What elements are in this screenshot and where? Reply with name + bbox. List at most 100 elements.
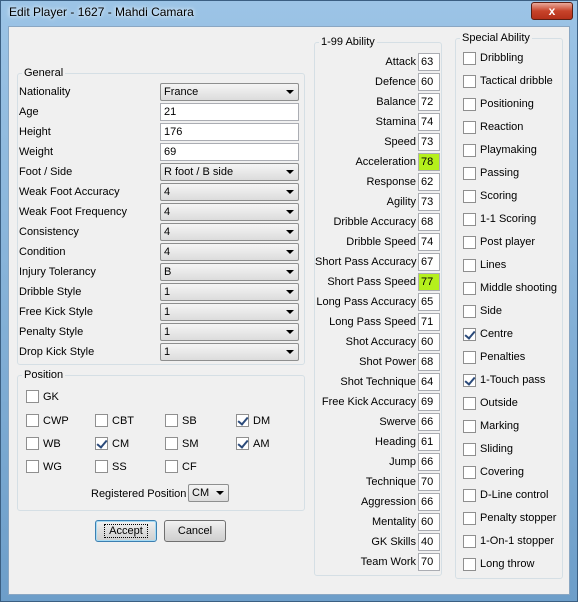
special-covering-checkbox[interactable] <box>463 466 476 479</box>
special-marking-checkbox[interactable] <box>463 420 476 433</box>
close-button[interactable]: x <box>531 2 573 20</box>
drop-kick-style-value: 1 <box>164 346 171 358</box>
position-cm-checkbox[interactable] <box>95 437 108 450</box>
special-playmaking-checkbox[interactable] <box>463 144 476 157</box>
response-value[interactable]: 62 <box>418 173 440 191</box>
accept-button[interactable]: Accept <box>95 520 157 542</box>
position-sm-checkbox[interactable] <box>165 437 178 450</box>
position-sb-checkbox[interactable] <box>165 414 178 427</box>
special-positioning-checkbox[interactable] <box>463 98 476 111</box>
injury-tolerancy-select[interactable]: B <box>160 263 299 281</box>
long-pass-speed-value[interactable]: 71 <box>418 313 440 331</box>
special-lines-checkbox[interactable] <box>463 259 476 272</box>
injury-tolerancy-label: Injury Tolerancy <box>19 266 96 278</box>
balance-label: Balance <box>376 96 416 108</box>
technique-value[interactable]: 70 <box>418 473 440 491</box>
position-wb-checkbox[interactable] <box>26 437 39 450</box>
short-pass-speed-value[interactable]: 77 <box>418 273 440 291</box>
mentality-value[interactable]: 60 <box>418 513 440 531</box>
swerve-value[interactable]: 66 <box>418 413 440 431</box>
acceleration-value[interactable]: 78 <box>418 153 440 171</box>
agility-label: Agility <box>386 196 416 208</box>
special-d-line-control-checkbox[interactable] <box>463 489 476 502</box>
position-wg-checkbox[interactable] <box>26 460 39 473</box>
age-label: Age <box>19 106 39 118</box>
response-label: Response <box>366 176 416 188</box>
balance-value[interactable]: 72 <box>418 93 440 111</box>
dribble-accuracy-value[interactable]: 68 <box>418 213 440 231</box>
free-kick-style-select[interactable]: 1 <box>160 303 299 321</box>
drop-kick-style-select[interactable]: 1 <box>160 343 299 361</box>
dribble-style-select[interactable]: 1 <box>160 283 299 301</box>
penalty-style-select[interactable]: 1 <box>160 323 299 341</box>
position-gk-checkbox[interactable] <box>26 390 39 403</box>
special-tactical-dribble-checkbox[interactable] <box>463 75 476 88</box>
age-field[interactable]: 21 <box>160 103 299 121</box>
special-dribbling-checkbox[interactable] <box>463 52 476 65</box>
short-pass-accuracy-value[interactable]: 67 <box>418 253 440 271</box>
stamina-value[interactable]: 74 <box>418 113 440 131</box>
long-pass-accuracy-value[interactable]: 65 <box>418 293 440 311</box>
dribble-speed-value[interactable]: 74 <box>418 233 440 251</box>
heading-value[interactable]: 61 <box>418 433 440 451</box>
defence-value[interactable]: 60 <box>418 73 440 91</box>
stamina-label: Stamina <box>375 116 416 128</box>
special-1-touch-pass-checkbox[interactable] <box>463 374 476 387</box>
special-scoring-checkbox[interactable] <box>463 190 476 203</box>
special-centre-checkbox[interactable] <box>463 328 476 341</box>
speed-value[interactable]: 73 <box>418 133 440 151</box>
position-sm-label: SM <box>182 438 199 450</box>
gk-skills-value[interactable]: 40 <box>418 533 440 551</box>
special-passing-checkbox[interactable] <box>463 167 476 180</box>
agility-value[interactable]: 73 <box>418 193 440 211</box>
aggression-value[interactable]: 66 <box>418 493 440 511</box>
height-field[interactable]: 176 <box>160 123 299 141</box>
penalty-style-value: 1 <box>164 326 171 338</box>
special-1-on-1-stopper-checkbox[interactable] <box>463 535 476 548</box>
weak-foot-frequency-select[interactable]: 4 <box>160 203 299 221</box>
special-sliding-checkbox[interactable] <box>463 443 476 456</box>
attack-value[interactable]: 63 <box>418 53 440 71</box>
position-ss-checkbox[interactable] <box>95 460 108 473</box>
jump-value[interactable]: 66 <box>418 453 440 471</box>
weight-field[interactable]: 69 <box>160 143 299 161</box>
special-penalty-stopper-checkbox[interactable] <box>463 512 476 525</box>
position-cwp-checkbox[interactable] <box>26 414 39 427</box>
special-reaction-checkbox[interactable] <box>463 121 476 134</box>
shot-technique-value[interactable]: 64 <box>418 373 440 391</box>
special-reaction-label: Reaction <box>480 121 524 133</box>
consistency-select[interactable]: 4 <box>160 223 299 241</box>
cancel-button[interactable]: Cancel <box>164 520 226 542</box>
special-tactical-dribble-label: Tactical dribble <box>480 75 553 87</box>
registered-position-select[interactable]: CM <box>188 484 229 502</box>
consistency-value: 4 <box>164 226 171 238</box>
position-cf-checkbox[interactable] <box>165 460 178 473</box>
team-work-value[interactable]: 70 <box>418 553 440 571</box>
special-outside-checkbox[interactable] <box>463 397 476 410</box>
shot-accuracy-value[interactable]: 60 <box>418 333 440 351</box>
foot-side-select[interactable]: R foot / B side <box>160 163 299 181</box>
free-kick-accuracy-value[interactable]: 69 <box>418 393 440 411</box>
title-bar[interactable]: Edit Player - 1627 - Mahdi Camara x <box>1 1 577 25</box>
shot-power-value[interactable]: 68 <box>418 353 440 371</box>
special-penalties-checkbox[interactable] <box>463 351 476 364</box>
chevron-down-icon <box>286 350 294 354</box>
special-sliding-label: Sliding <box>480 443 514 455</box>
position-cbt-checkbox[interactable] <box>95 414 108 427</box>
special-middle-shooting-checkbox[interactable] <box>463 282 476 295</box>
position-ss-label: SS <box>112 461 127 473</box>
special-long-throw-checkbox[interactable] <box>463 558 476 571</box>
special-post-player-checkbox[interactable] <box>463 236 476 249</box>
position-am-checkbox[interactable] <box>236 437 249 450</box>
weak-foot-accuracy-select[interactable]: 4 <box>160 183 299 201</box>
swerve-label: Swerve <box>379 416 416 428</box>
special-side-checkbox[interactable] <box>463 305 476 318</box>
condition-select[interactable]: 4 <box>160 243 299 261</box>
nationality-select[interactable]: France <box>160 83 299 101</box>
position-wg-label: WG <box>43 461 62 473</box>
chevron-down-icon <box>216 491 224 495</box>
position-dm-checkbox[interactable] <box>236 414 249 427</box>
special-1-1-scoring-checkbox[interactable] <box>463 213 476 226</box>
special-penalty-stopper-label: Penalty stopper <box>480 512 557 524</box>
jump-label: Jump <box>389 456 416 468</box>
